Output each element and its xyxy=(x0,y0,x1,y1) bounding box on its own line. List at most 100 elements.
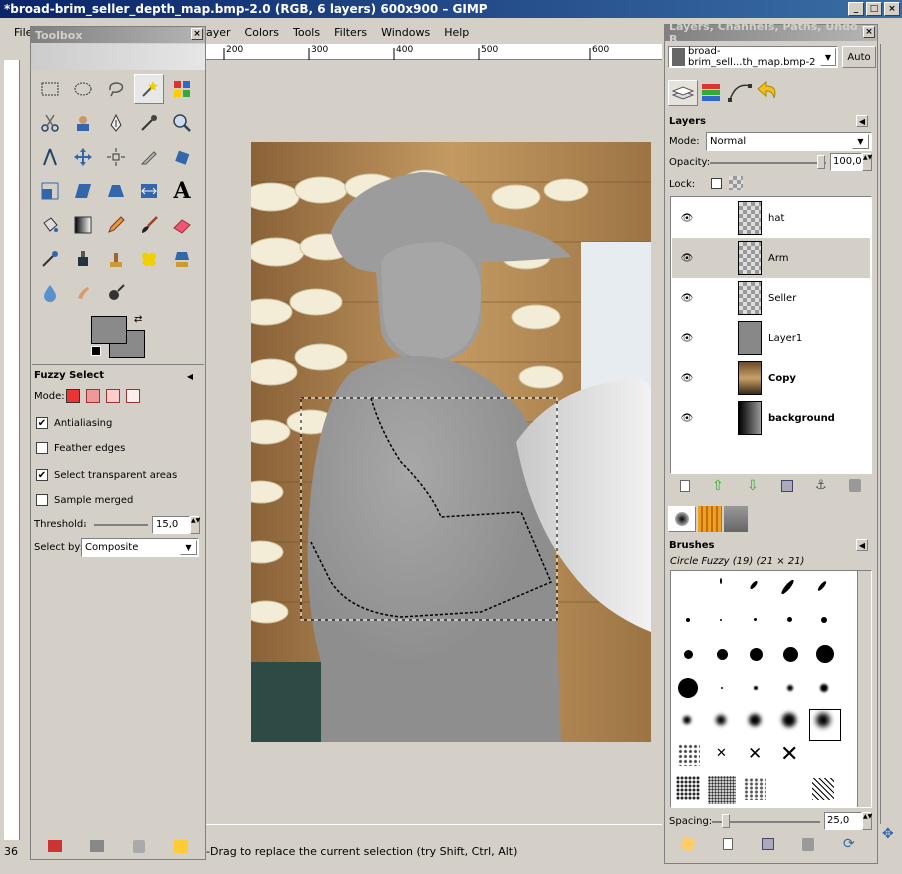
mode-replace-button[interactable] xyxy=(66,389,80,403)
layers-menu-icon[interactable]: ◀ xyxy=(856,115,868,127)
dodge-burn-tool[interactable] xyxy=(101,278,131,308)
rect-select-tool[interactable] xyxy=(35,74,65,104)
brush-item[interactable] xyxy=(820,684,828,692)
zoom-tool[interactable] xyxy=(167,108,197,138)
brushes-grid[interactable] xyxy=(670,570,872,808)
mode-subtract-button[interactable] xyxy=(106,389,120,403)
spacing-slider-handle[interactable] xyxy=(722,814,730,828)
brush-item[interactable] xyxy=(816,713,830,727)
eye-icon[interactable]: 👁 xyxy=(672,413,702,424)
brush-item[interactable] xyxy=(684,650,693,659)
layer-row[interactable]: 👁 background xyxy=(672,398,870,438)
blur-tool[interactable] xyxy=(35,278,65,308)
opacity-slider-handle[interactable] xyxy=(817,155,825,169)
foreground-color-swatch-top[interactable] xyxy=(91,316,127,344)
menu-layer[interactable]: ayer xyxy=(206,26,231,39)
perspective-clone-tool[interactable] xyxy=(167,244,197,274)
canvas-area[interactable] xyxy=(206,60,662,824)
brush-item[interactable] xyxy=(708,776,736,804)
threshold-slider-handle[interactable] xyxy=(86,517,94,531)
brush-item[interactable]: ✕ xyxy=(716,746,727,761)
minimize-button[interactable]: _ xyxy=(848,2,864,16)
lock-pixels-checkbox[interactable] xyxy=(711,178,722,189)
free-select-tool[interactable] xyxy=(101,74,131,104)
eye-icon[interactable]: 👁 xyxy=(672,373,702,384)
menu-colors[interactable]: Colors xyxy=(245,26,279,39)
blend-tool[interactable] xyxy=(68,210,98,240)
layer-mode-chevron-down-icon[interactable]: ▼ xyxy=(852,134,869,149)
paths-tool[interactable] xyxy=(101,108,131,138)
transparent-checkbox[interactable]: ✔ xyxy=(36,469,48,481)
pencil-tool[interactable] xyxy=(101,210,131,240)
smudge-tool[interactable] xyxy=(68,278,98,308)
brush-item[interactable] xyxy=(782,713,796,727)
lower-layer-icon[interactable]: ⇩ xyxy=(747,478,759,494)
brush-item[interactable] xyxy=(678,678,698,698)
brush-item[interactable] xyxy=(787,685,793,691)
brush-item[interactable] xyxy=(750,648,763,661)
tab-gradients[interactable] xyxy=(724,506,748,532)
duplicate-layer-icon[interactable] xyxy=(781,480,793,492)
spacing-spin-button[interactable]: ▲▼ xyxy=(862,812,872,830)
brush-item[interactable] xyxy=(717,649,728,660)
eye-icon[interactable]: 👁 xyxy=(672,213,702,224)
color-picker-tool[interactable] xyxy=(134,108,164,138)
brush-item[interactable] xyxy=(754,686,758,690)
measure-tool[interactable] xyxy=(35,142,65,172)
brush-item[interactable]: ✕ xyxy=(780,742,798,767)
brush-item[interactable] xyxy=(720,578,722,584)
tab-undo[interactable] xyxy=(754,80,782,106)
brush-item[interactable] xyxy=(783,647,798,662)
brush-item[interactable] xyxy=(678,744,700,766)
antialiasing-checkbox[interactable]: ✔ xyxy=(36,417,48,429)
save-options-icon[interactable] xyxy=(48,840,62,852)
raise-layer-icon[interactable]: ⇧ xyxy=(712,478,724,494)
refresh-brushes-icon[interactable]: ⟳ xyxy=(843,836,855,852)
swap-colors-icon[interactable]: ⇄ xyxy=(134,314,142,325)
default-colors-icon[interactable] xyxy=(91,346,101,356)
toolbox-close-button[interactable]: × xyxy=(191,28,203,40)
mode-add-button[interactable] xyxy=(86,389,100,403)
eye-icon[interactable]: 👁 xyxy=(672,293,702,304)
navigate-icon[interactable]: ✥ xyxy=(882,826,894,842)
rotate-tool[interactable] xyxy=(167,142,197,172)
brush-item[interactable]: ✕ xyxy=(748,744,762,764)
brush-item[interactable] xyxy=(754,618,757,621)
sample-merged-checkbox[interactable] xyxy=(36,494,48,506)
align-tool[interactable] xyxy=(101,142,131,172)
brush-item[interactable] xyxy=(686,618,690,622)
ellipse-select-tool[interactable] xyxy=(68,74,98,104)
image-selector-chevron-down-icon[interactable]: ▼ xyxy=(820,48,836,66)
airbrush-tool[interactable] xyxy=(35,244,65,274)
image-canvas[interactable] xyxy=(251,142,651,742)
image-selector[interactable]: broad-brim_sell...th_map.bmp-2 xyxy=(668,46,838,68)
spacing-input[interactable]: 25,0 xyxy=(824,812,862,830)
foreground-select-tool[interactable] xyxy=(68,108,98,138)
brush-item[interactable] xyxy=(787,617,792,622)
vertical-scrollbar[interactable] xyxy=(880,44,898,824)
lock-alpha-icon[interactable] xyxy=(729,176,743,190)
flip-tool[interactable] xyxy=(134,176,164,206)
menu-tools[interactable]: Tools xyxy=(293,26,320,39)
layer-row[interactable]: 👁 Copy xyxy=(672,358,870,398)
chevron-down-icon[interactable]: ▼ xyxy=(180,540,197,555)
opacity-slider-track[interactable] xyxy=(710,162,826,164)
dock-close-button[interactable]: × xyxy=(863,26,875,38)
eye-icon[interactable]: 👁 xyxy=(672,333,702,344)
bucket-fill-tool[interactable] xyxy=(35,210,65,240)
brush-item[interactable] xyxy=(812,778,834,800)
select-by-color-tool[interactable] xyxy=(167,74,197,104)
move-tool[interactable] xyxy=(68,142,98,172)
brush-item[interactable] xyxy=(721,687,723,689)
brush-item[interactable] xyxy=(821,617,827,623)
tab-brushes[interactable] xyxy=(668,506,696,532)
options-menu-icon[interactable]: ◀ xyxy=(184,370,196,382)
brush-item[interactable] xyxy=(716,715,726,725)
reset-options-icon[interactable] xyxy=(174,840,188,853)
crop-tool[interactable] xyxy=(134,142,164,172)
mode-intersect-button[interactable] xyxy=(126,389,140,403)
layer-row[interactable]: 👁 hat xyxy=(672,198,870,238)
layer-row[interactable]: 👁 Layer1 xyxy=(672,318,870,358)
sample-merged-option[interactable]: Sample merged xyxy=(36,494,133,506)
brush-item[interactable] xyxy=(816,645,834,663)
